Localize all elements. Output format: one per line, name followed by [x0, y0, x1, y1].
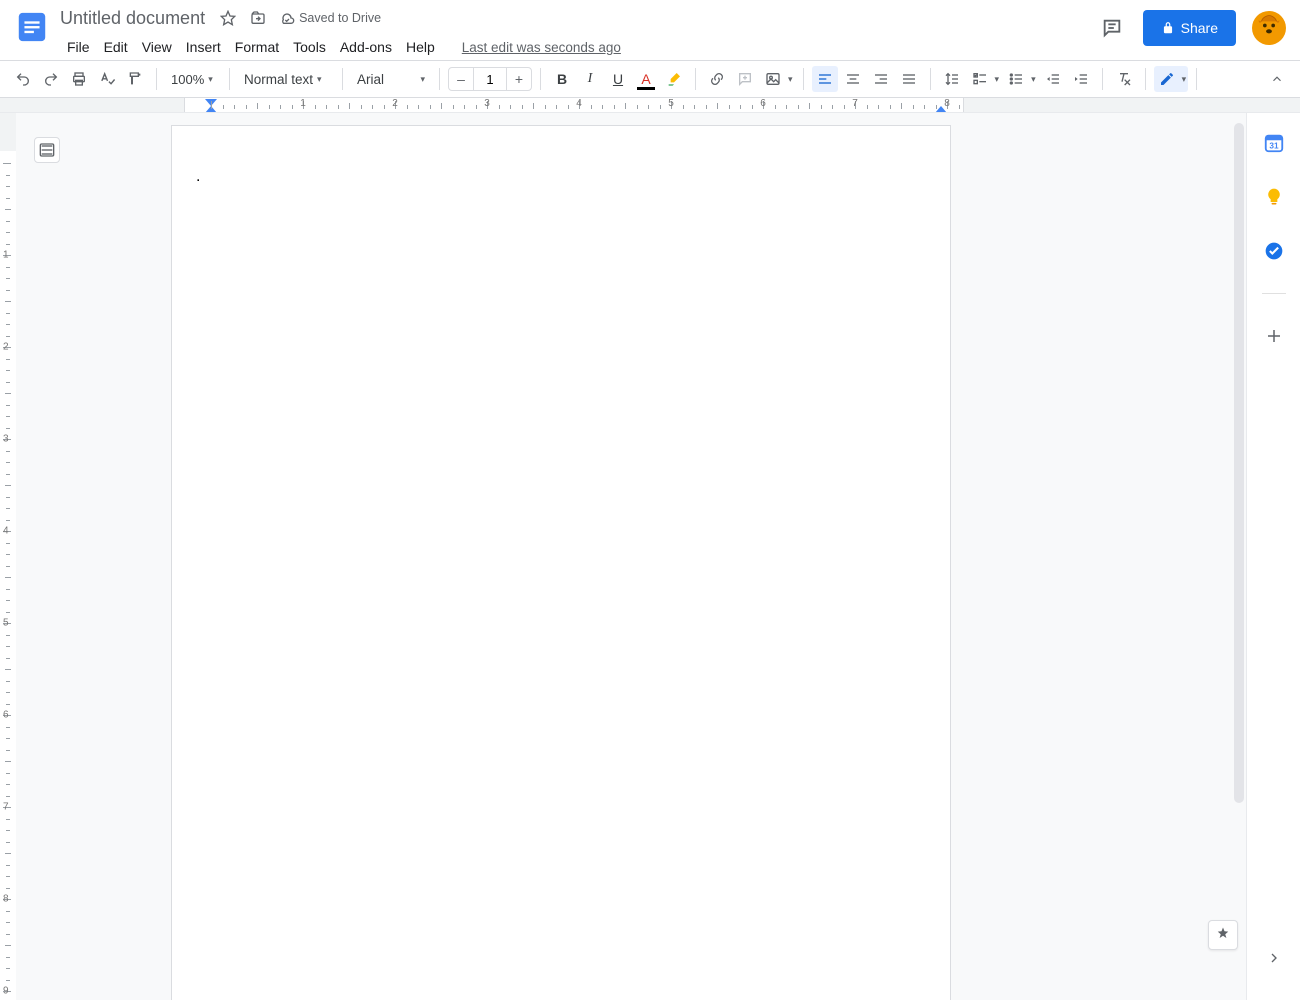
font-family-select[interactable]: Arial ▾ — [351, 72, 431, 87]
paragraph-style-select[interactable]: Normal text ▾ — [238, 72, 334, 87]
chevron-down-icon: ▾ — [420, 74, 425, 85]
font-size-increase-button[interactable]: + — [507, 67, 531, 91]
italic-button[interactable]: I — [577, 66, 603, 92]
saved-to-drive-status[interactable]: Saved to Drive — [279, 10, 381, 26]
document-content: . — [196, 168, 200, 186]
menu-insert[interactable]: Insert — [179, 37, 228, 57]
menu-edit[interactable]: Edit — [97, 37, 135, 57]
chevron-down-icon: ▾ — [995, 74, 1000, 85]
font-size-decrease-button[interactable]: – — [449, 67, 473, 91]
vertical-scrollbar[interactable] — [1234, 123, 1244, 803]
saved-status-label: Saved to Drive — [299, 11, 381, 25]
menu-file[interactable]: File — [60, 37, 97, 57]
chevron-down-icon: ▾ — [1031, 74, 1036, 85]
align-center-button[interactable] — [840, 66, 866, 92]
docs-home-logo[interactable] — [14, 6, 50, 48]
side-panel: 31 — [1246, 113, 1300, 1000]
hide-menus-button[interactable] — [1264, 66, 1290, 92]
align-left-button[interactable] — [812, 66, 838, 92]
redo-button[interactable] — [38, 66, 64, 92]
chevron-down-icon: ▾ — [788, 74, 793, 85]
document-page[interactable]: . — [171, 125, 951, 1000]
align-justify-button[interactable] — [896, 66, 922, 92]
vertical-ruler[interactable]: 123456789 — [0, 113, 16, 1000]
line-spacing-dropdown[interactable] — [939, 66, 965, 92]
undo-button[interactable] — [10, 66, 36, 92]
bulleted-list-dropdown[interactable]: ▾ — [1003, 66, 1038, 92]
font-size-group: – + — [448, 67, 532, 91]
menu-bar: File Edit View Insert Format Tools Add-o… — [60, 34, 621, 60]
menu-view[interactable]: View — [135, 37, 179, 57]
toolbar-separator — [1145, 68, 1146, 90]
header-right: Share — [1097, 10, 1286, 46]
toolbar-separator — [930, 68, 931, 90]
toolbar-separator — [439, 68, 440, 90]
last-edit-link[interactable]: Last edit was seconds ago — [462, 40, 621, 55]
font-value: Arial — [357, 72, 384, 87]
style-value: Normal text — [244, 72, 313, 87]
text-color-button[interactable]: A — [633, 66, 659, 92]
toolbar-separator — [1196, 68, 1197, 90]
zoom-select[interactable]: 100% ▾ — [165, 67, 221, 91]
clear-formatting-button[interactable] — [1111, 66, 1137, 92]
zoom-value: 100% — [171, 72, 204, 87]
chevron-down-icon: ▾ — [1182, 74, 1187, 85]
document-outline-button[interactable] — [34, 137, 60, 163]
highlight-color-button[interactable] — [661, 66, 687, 92]
comment-history-icon[interactable] — [1097, 13, 1127, 43]
print-button[interactable] — [66, 66, 92, 92]
checklist-dropdown[interactable]: ▾ — [967, 66, 1002, 92]
spellcheck-button[interactable] — [94, 66, 120, 92]
bold-button[interactable]: B — [549, 66, 575, 92]
get-addons-icon[interactable] — [1262, 324, 1286, 348]
calendar-icon[interactable]: 31 — [1262, 131, 1286, 155]
menu-addons[interactable]: Add-ons — [333, 37, 399, 57]
menu-format[interactable]: Format — [228, 37, 286, 57]
title-block: Untitled document Saved to Drive File Ed… — [60, 6, 621, 60]
editing-mode-dropdown[interactable]: ▾ — [1154, 66, 1189, 92]
tasks-icon[interactable] — [1262, 239, 1286, 263]
document-canvas[interactable]: . — [16, 113, 1246, 1000]
toolbar-separator — [342, 68, 343, 90]
menu-help[interactable]: Help — [399, 37, 442, 57]
keep-icon[interactable] — [1262, 185, 1286, 209]
share-button[interactable]: Share — [1143, 10, 1236, 46]
toolbar: 100% ▾ Normal text ▾ Arial ▾ – + B I U A… — [0, 60, 1300, 98]
align-right-button[interactable] — [868, 66, 894, 92]
toolbar-separator — [803, 68, 804, 90]
horizontal-ruler[interactable]: 12345678 — [0, 98, 1300, 113]
star-icon[interactable] — [217, 7, 239, 29]
insert-link-button[interactable] — [704, 66, 730, 92]
account-avatar[interactable] — [1252, 11, 1286, 45]
toolbar-separator — [695, 68, 696, 90]
toolbar-separator — [1102, 68, 1103, 90]
document-title[interactable]: Untitled document — [60, 8, 205, 29]
font-size-input[interactable] — [473, 68, 507, 90]
toolbar-separator — [540, 68, 541, 90]
share-button-label: Share — [1181, 20, 1218, 36]
paint-format-button[interactable] — [122, 66, 148, 92]
explore-button[interactable] — [1208, 920, 1238, 950]
side-panel-separator — [1262, 293, 1286, 294]
chevron-down-icon: ▾ — [317, 74, 322, 85]
insert-comment-button — [732, 66, 758, 92]
header-bar: Untitled document Saved to Drive File Ed… — [0, 0, 1300, 60]
insert-image-dropdown[interactable]: ▾ — [760, 66, 795, 92]
move-icon[interactable] — [247, 7, 269, 29]
indent-increase-button[interactable] — [1068, 66, 1094, 92]
svg-text:31: 31 — [1269, 142, 1279, 151]
toolbar-separator — [229, 68, 230, 90]
workspace: 123456789 . 31 — [0, 113, 1300, 1000]
underline-button[interactable]: U — [605, 66, 631, 92]
chevron-down-icon: ▾ — [208, 74, 213, 85]
hide-side-panel-button[interactable] — [1262, 946, 1286, 970]
menu-tools[interactable]: Tools — [286, 37, 333, 57]
indent-decrease-button[interactable] — [1040, 66, 1066, 92]
title-row: Untitled document Saved to Drive — [60, 6, 621, 30]
toolbar-separator — [156, 68, 157, 90]
